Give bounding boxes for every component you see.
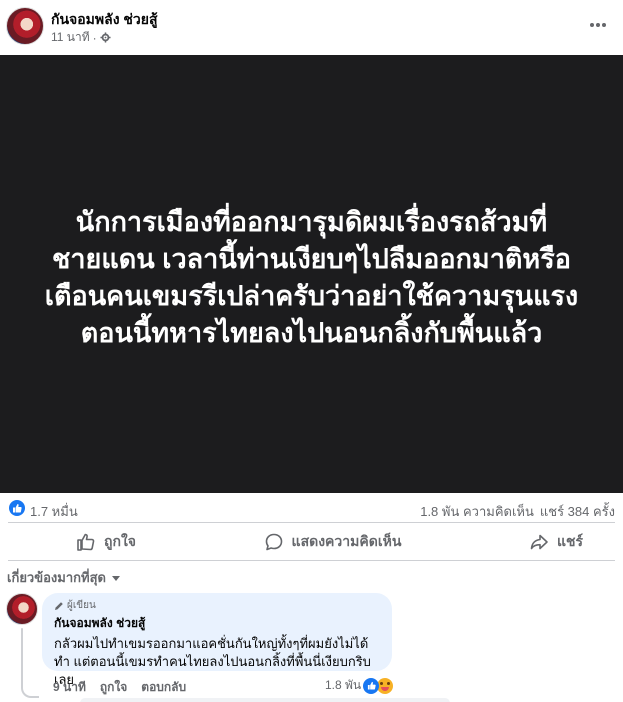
like-label: ถูกใจ <box>104 533 136 549</box>
haha-reaction-icon <box>377 677 394 694</box>
comment-bubble: ผู้เขียน กันจอมพลัง ช่วยสู้ กลัวผมไปทำเข… <box>42 593 392 687</box>
share-label: แชร์ <box>556 533 583 549</box>
gear-icon <box>100 32 111 43</box>
author-badge-label: ผู้เขียน <box>67 600 96 611</box>
post-header: กันจอมพลัง ช่วยสู้ 11 นาที · <box>0 0 623 52</box>
more-options-button[interactable] <box>587 14 609 36</box>
comment-reply-button[interactable]: ตอบกลับ <box>141 678 186 697</box>
like-reaction-icon[interactable] <box>9 500 25 516</box>
comment-author[interactable]: กันจอมพลัง ช่วยสู้ <box>54 614 380 633</box>
comment-reaction-count: 1.8 พัน <box>325 678 362 692</box>
share-count[interactable]: แชร์ 384 ครั้ง <box>540 501 615 522</box>
pencil-icon <box>55 601 63 610</box>
author-badge: ผู้เขียน <box>54 599 380 612</box>
commenter-avatar[interactable] <box>6 593 38 625</box>
comment-sort-dropdown[interactable]: เกี่ยวข้องมากที่สุด <box>7 567 121 588</box>
comment-time[interactable]: 9 นาที <box>53 678 86 697</box>
comment-reactions[interactable]: 1.8 พัน <box>325 676 394 695</box>
divider <box>8 522 615 523</box>
share-arrow-icon <box>530 534 548 550</box>
next-reply-preview <box>80 698 450 702</box>
post-time[interactable]: 11 นาที <box>51 28 90 47</box>
comment-button[interactable]: แสดงความคิดเห็น <box>264 527 402 557</box>
comment-count[interactable]: 1.8 พัน ความคิดเห็น <box>420 501 534 522</box>
post-actions: ถูกใจ แสดงความคิดเห็น แชร์ <box>0 527 623 557</box>
chevron-down-icon <box>111 575 120 581</box>
like-count[interactable]: 1.7 หมื่น <box>30 501 78 522</box>
share-button[interactable]: แชร์ <box>529 527 583 557</box>
thread-connector <box>21 684 39 698</box>
thumbs-up-icon <box>77 533 95 551</box>
post-image[interactable]: นักการเมืองที่ออกมารุมดิผมเรื่องรถส้วมที… <box>0 55 623 493</box>
thread-line <box>21 628 23 686</box>
divider <box>8 560 615 561</box>
author-avatar[interactable] <box>6 7 44 45</box>
comment-actions: 9 นาที ถูกใจ ตอบกลับ <box>53 678 186 697</box>
post-meta: 11 นาที · <box>51 28 111 47</box>
like-reaction-icon <box>363 677 380 694</box>
sort-label: เกี่ยวข้องมากที่สุด <box>7 570 106 585</box>
comment-like-button[interactable]: ถูกใจ <box>100 678 127 697</box>
post-image-text: นักการเมืองที่ออกมารุมดิผมเรื่องรถส้วมที… <box>44 207 579 348</box>
comment-label: แสดงความคิดเห็น <box>291 533 402 549</box>
meta-separator: · <box>92 30 97 45</box>
like-button[interactable]: ถูกใจ <box>76 527 136 557</box>
more-dots-icon <box>590 23 606 27</box>
reaction-stats: 1.7 หมื่น 1.8 พัน ความคิดเห็น แชร์ 384 ค… <box>0 498 623 520</box>
comment-icon <box>265 533 282 551</box>
